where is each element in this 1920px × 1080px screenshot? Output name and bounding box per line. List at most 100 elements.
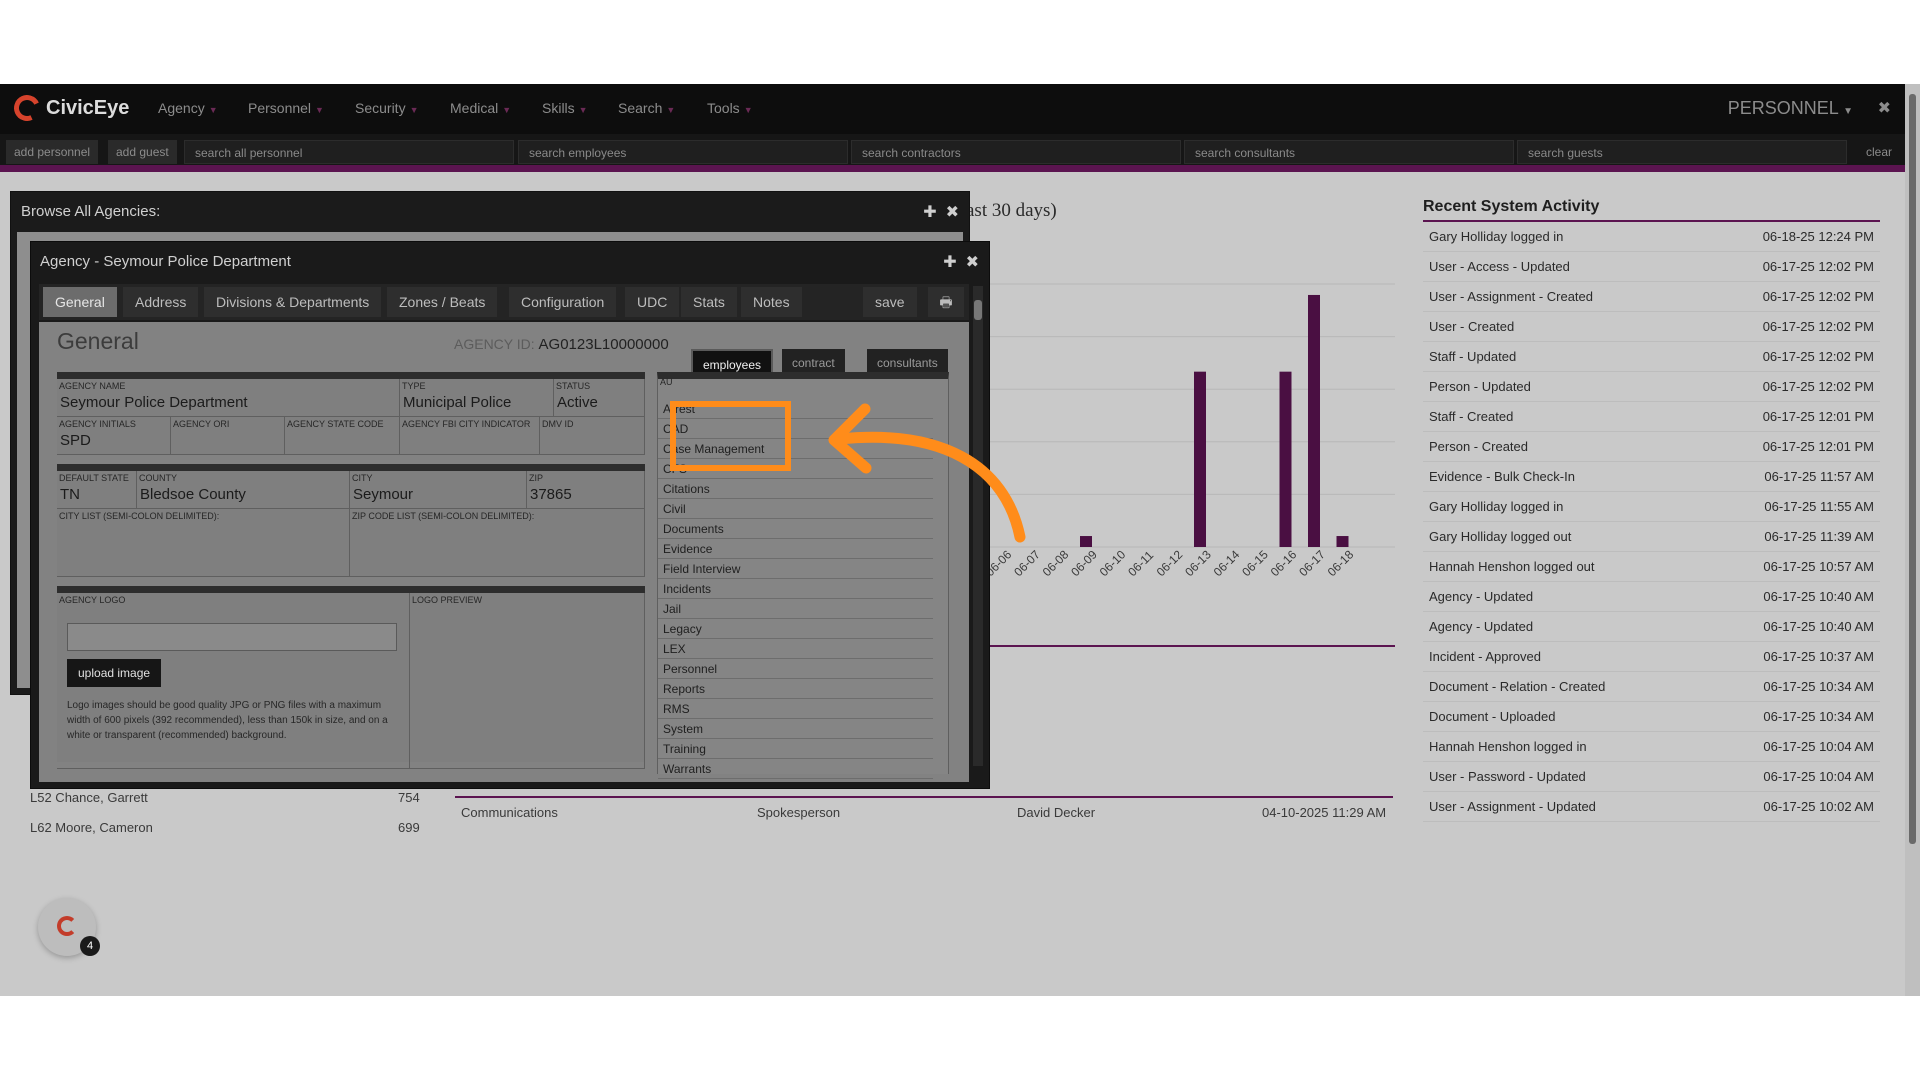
add-personnel-button[interactable]: add personnel	[6, 140, 99, 164]
notification-badge: 4	[80, 936, 100, 956]
activity-row[interactable]: Gary Holliday logged in 06-17-25 11:55 AM	[1423, 492, 1880, 522]
audit-module-item[interactable]: Reports	[658, 679, 933, 699]
search-contractors-input[interactable]: search contractors	[851, 140, 1181, 164]
close-icon[interactable]: ✖	[946, 204, 959, 221]
activity-text: Incident - Approved	[1429, 649, 1542, 664]
clear-search-button[interactable]: clear	[1858, 140, 1900, 164]
search-consultants-input[interactable]: search consultants	[1184, 140, 1514, 164]
activity-time: 06-17-25 10:40 AM	[1763, 619, 1874, 634]
tab-stats[interactable]: Stats	[681, 287, 737, 317]
tab-divisions[interactable]: Divisions & Departments	[204, 287, 382, 317]
activity-time: 06-17-25 11:55 AM	[1764, 499, 1874, 514]
audit-module-item[interactable]: LEX	[658, 639, 933, 659]
activity-row[interactable]: User - Access - Updated 06-17-25 12:02 PM	[1423, 252, 1880, 282]
plus-icon[interactable]: ✚	[923, 204, 936, 221]
audit-module-item[interactable]: Personnel	[658, 659, 933, 679]
audit-module-item[interactable]: RMS	[658, 699, 933, 719]
activity-text: User - Assignment - Created	[1429, 289, 1594, 304]
nav-skills[interactable]: Skills ▼	[542, 100, 588, 116]
activity-row[interactable]: Person - Created 06-17-25 12:01 PM	[1423, 432, 1880, 462]
tab-configuration[interactable]: Configuration	[509, 287, 617, 317]
activity-row[interactable]: User - Assignment - Updated 06-17-25 10:0…	[1423, 792, 1880, 822]
activity-row[interactable]: User - Created 06-17-25 12:02 PM	[1423, 312, 1880, 342]
audit-module-item[interactable]: Incidents	[658, 579, 933, 599]
tab-zones[interactable]: Zones / Beats	[387, 287, 498, 317]
zip-list-field[interactable]: ZIP CODE LIST (SEMI-COLON DELIMITED):	[350, 509, 645, 577]
activity-row[interactable]: Document - Relation - Created 06-17-25 10…	[1423, 672, 1880, 702]
audit-module-item[interactable]: System	[658, 719, 933, 739]
tab-notes[interactable]: Notes	[741, 287, 802, 317]
nav-security[interactable]: Security ▼	[355, 100, 419, 116]
agency-fbi-field[interactable]: AGENCY FBI CITY INDICATOR	[400, 417, 540, 455]
nav-search[interactable]: Search ▼	[618, 100, 675, 116]
nav-personnel[interactable]: Personnel ▼	[248, 100, 324, 116]
activity-row[interactable]: Gary Holliday logged in 06-18-25 12:24 PM	[1423, 222, 1880, 252]
page-scrollbar[interactable]	[1905, 84, 1920, 996]
city-field[interactable]: CITY Seymour	[350, 471, 527, 509]
tab-address[interactable]: Address	[123, 287, 199, 317]
agency-initials-field[interactable]: AGENCY INITIALS SPD	[57, 417, 171, 455]
nav-medical[interactable]: Medical ▼	[450, 100, 511, 116]
activity-row[interactable]: Agency - Updated 06-17-25 10:40 AM	[1423, 612, 1880, 642]
app-logo[interactable]: CivicEye	[10, 91, 129, 125]
agency-info-form: AGENCY NAME Seymour Police Department TYP…	[57, 372, 645, 455]
civiceye-logo-icon	[10, 91, 44, 125]
activity-row[interactable]: Hannah Henshon logged out 06-17-25 10:57 …	[1423, 552, 1880, 582]
city-list-field[interactable]: CITY LIST (SEMI-COLON DELIMITED):	[57, 509, 350, 577]
agency-id: AGENCY ID: AG0123L10000000	[454, 336, 669, 353]
activity-time: 06-17-25 12:02 PM	[1762, 319, 1874, 334]
close-icon[interactable]: ✖	[966, 254, 979, 271]
audit-module-item[interactable]: Warrants	[658, 759, 933, 779]
audit-module-item[interactable]: Jail	[658, 599, 933, 619]
audit-module-item[interactable]: Field Interview	[658, 559, 933, 579]
scrollbar-thumb[interactable]	[974, 300, 982, 320]
page-scrollbar-thumb[interactable]	[1909, 94, 1916, 844]
county-field[interactable]: COUNTY Bledsoe County	[137, 471, 350, 509]
agency-status-field[interactable]: STATUS Active	[554, 379, 645, 417]
activity-row[interactable]: Gary Holliday logged out 06-17-25 11:39 A…	[1423, 522, 1880, 552]
dmv-id-field[interactable]: DMV ID	[540, 417, 645, 455]
tab-general[interactable]: General	[43, 287, 117, 317]
zip-field[interactable]: ZIP 37865	[527, 471, 645, 509]
search-all-personnel-input[interactable]: search all personnel	[184, 140, 514, 164]
activity-row[interactable]: Document - Uploaded 06-17-25 10:34 AM	[1423, 702, 1880, 732]
agency-name-field[interactable]: AGENCY NAME Seymour Police Department	[57, 379, 400, 417]
activity-row[interactable]: Hannah Henshon logged in 06-17-25 10:04 A…	[1423, 732, 1880, 762]
agency-state-code-field[interactable]: AGENCY STATE CODE	[285, 417, 400, 455]
activity-row[interactable]: User - Password - Updated 06-17-25 10:04 …	[1423, 762, 1880, 792]
activity-row[interactable]: Person - Updated 06-17-25 12:02 PM	[1423, 372, 1880, 402]
audit-module-item[interactable]: Legacy	[658, 619, 933, 639]
logo-file-input[interactable]	[67, 623, 397, 651]
activity-text: Evidence - Bulk Check-In	[1429, 469, 1575, 484]
tab-udc[interactable]: UDC	[625, 287, 680, 317]
search-employees-input[interactable]: search employees	[518, 140, 848, 164]
agency-ori-field[interactable]: AGENCY ORI	[171, 417, 285, 455]
search-guests-input[interactable]: search guests	[1517, 140, 1847, 164]
upload-image-button[interactable]: upload image	[67, 659, 162, 687]
activity-row[interactable]: Agency - Updated 06-17-25 10:40 AM	[1423, 582, 1880, 612]
chart-x-label: 06-13	[1182, 547, 1214, 579]
audit-module-item[interactable]: Training	[658, 739, 933, 759]
activity-row[interactable]: User - Assignment - Created 06-17-25 12:0…	[1423, 282, 1880, 312]
save-button[interactable]: save	[863, 287, 917, 317]
help-fab-button[interactable]: 4	[38, 898, 100, 956]
recent-activity-panel: Recent System Activity Gary Holliday log…	[1423, 198, 1880, 822]
activity-row[interactable]: Staff - Updated 06-17-25 12:02 PM	[1423, 342, 1880, 372]
activity-row[interactable]: Incident - Approved 06-17-25 10:37 AM	[1423, 642, 1880, 672]
agency-tabbar: General Address Divisions & Departments …	[39, 284, 969, 320]
bg-table-divider	[455, 796, 1393, 798]
add-guest-button[interactable]: add guest	[108, 140, 177, 164]
close-icon[interactable]: ✖	[1878, 98, 1891, 118]
agency-type-field[interactable]: TYPE Municipal Police	[400, 379, 554, 417]
activity-text: User - Access - Updated	[1429, 259, 1570, 274]
print-icon[interactable]: 🖶	[928, 287, 964, 317]
nav-agency[interactable]: Agency ▼	[158, 100, 218, 116]
nav-tools[interactable]: Tools ▼	[707, 100, 753, 116]
activity-row[interactable]: Staff - Created 06-17-25 12:01 PM	[1423, 402, 1880, 432]
caret-down-icon: ▼	[502, 105, 512, 115]
activity-time: 06-17-25 12:02 PM	[1762, 379, 1874, 394]
persona-switcher[interactable]: PERSONNEL ▼	[1728, 98, 1853, 119]
default-state-field[interactable]: DEFAULT STATE TN	[57, 471, 137, 509]
plus-icon[interactable]: ✚	[943, 254, 956, 271]
activity-row[interactable]: Evidence - Bulk Check-In 06-17-25 11:57 A…	[1423, 462, 1880, 492]
